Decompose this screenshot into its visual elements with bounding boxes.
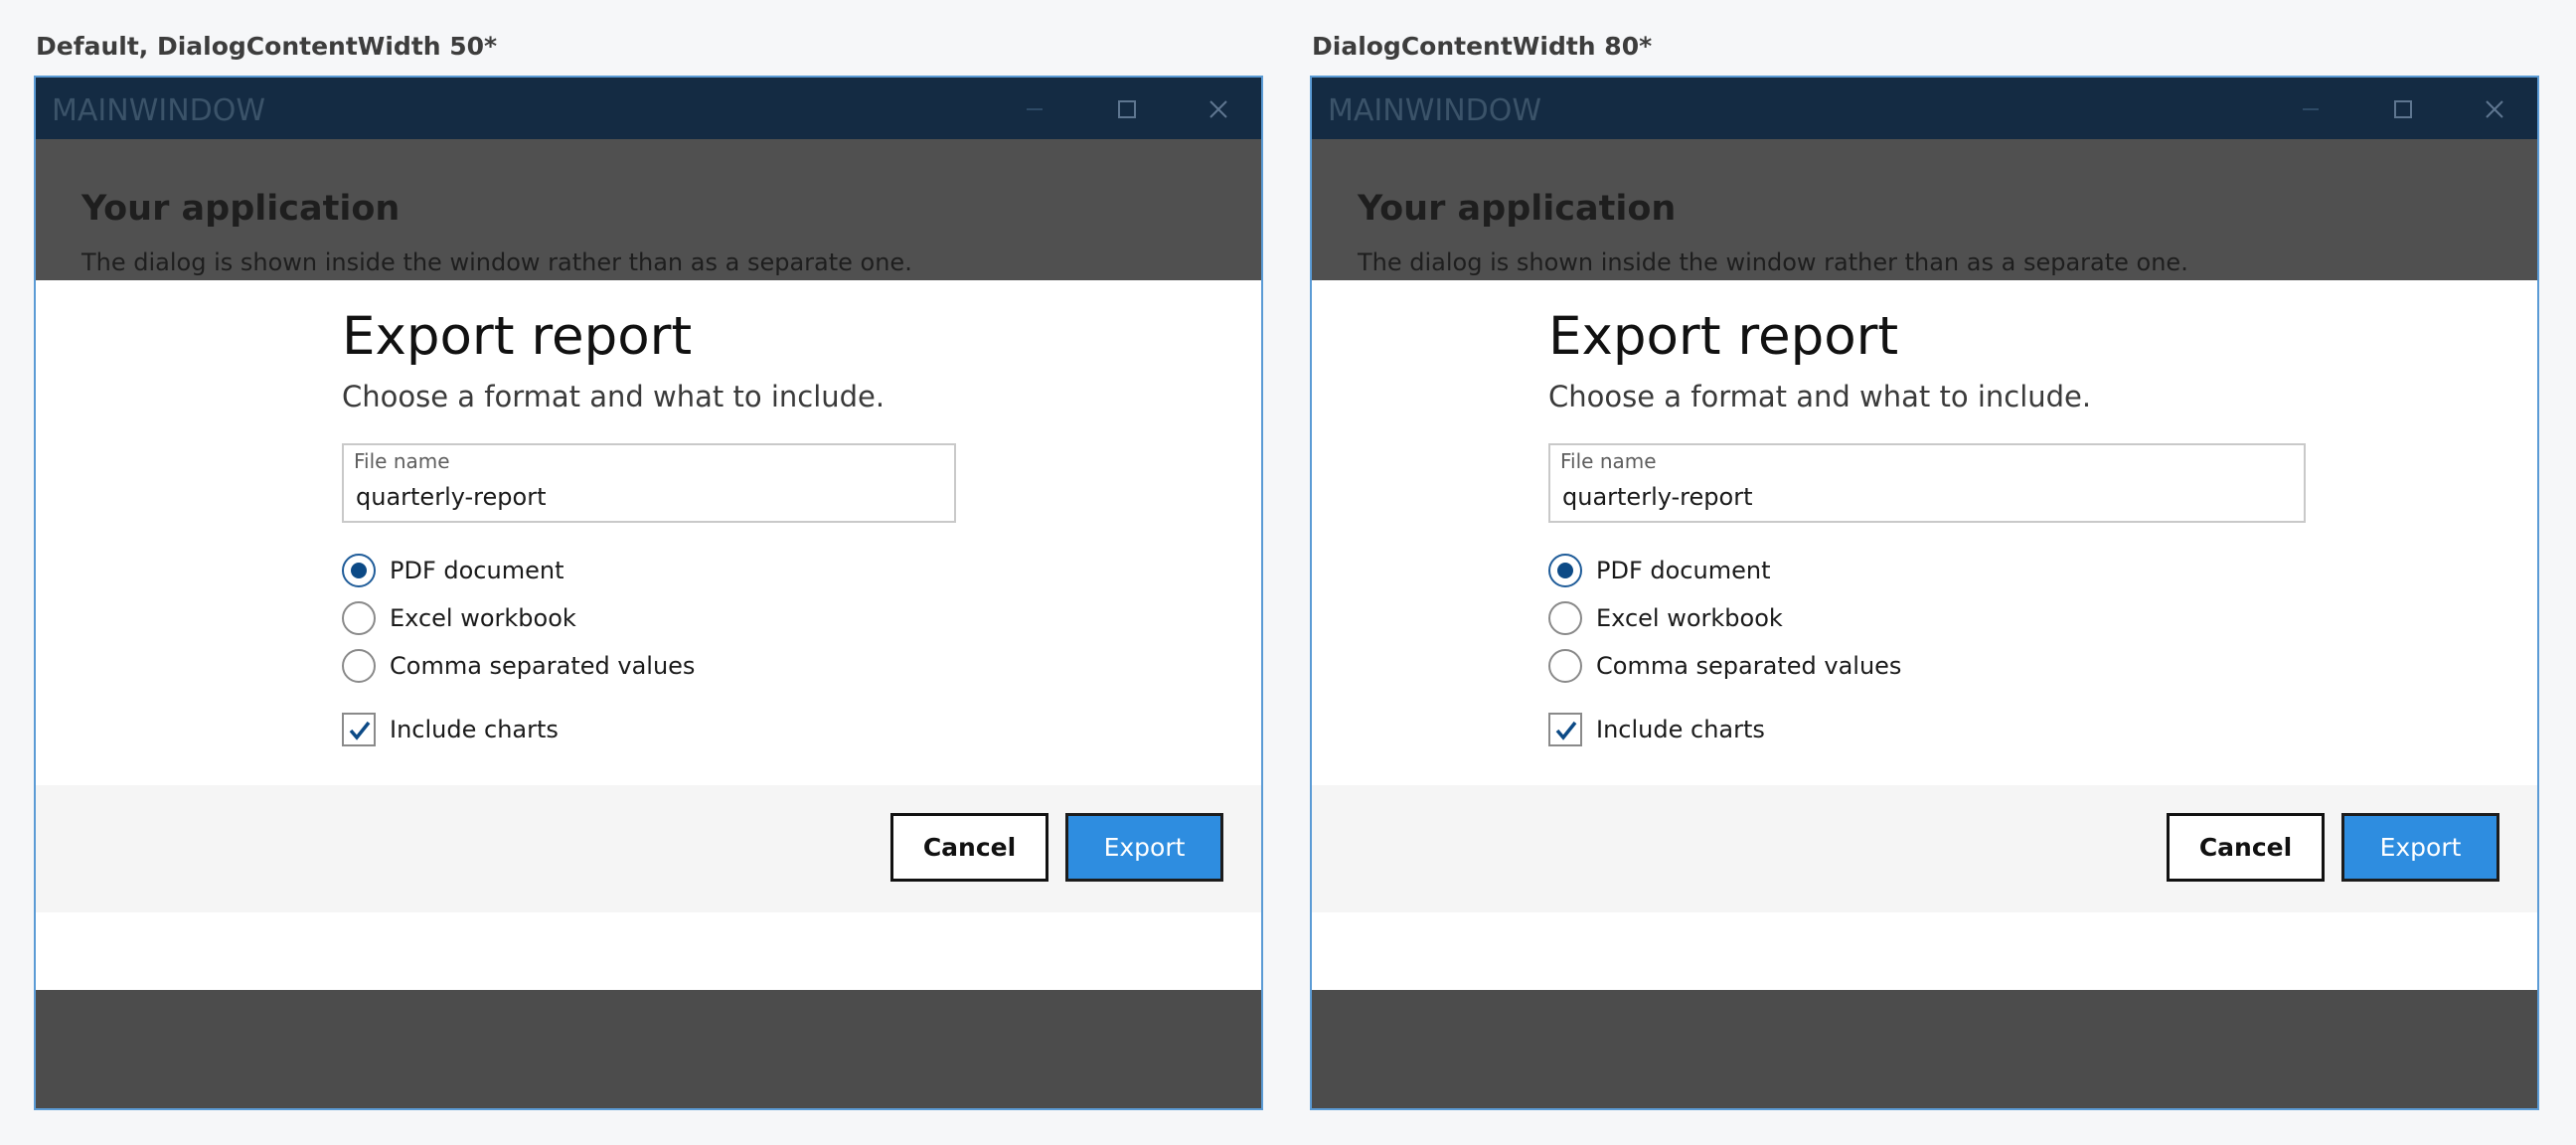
window-title: MAINWINDOW xyxy=(52,93,266,128)
cancel-button[interactable]: Cancel xyxy=(2167,813,2325,882)
radio-csv[interactable] xyxy=(1548,649,1582,683)
radio-label-excel: Excel workbook xyxy=(390,604,576,632)
format-option-pdf[interactable]: PDF document xyxy=(342,553,564,588)
title-bar[interactable]: MAINWINDOW xyxy=(36,78,1261,139)
app-description: The dialog is shown inside the window ra… xyxy=(1358,248,2188,276)
radio-label-excel: Excel workbook xyxy=(1596,604,1783,632)
app-heading: Your application xyxy=(81,189,401,229)
file-name-input[interactable] xyxy=(1562,483,2241,511)
radio-label-pdf: PDF document xyxy=(1596,557,1771,584)
include-charts-option[interactable]: Include charts xyxy=(342,712,559,747)
radio-label-csv: Comma separated values xyxy=(1596,652,1902,680)
format-option-pdf[interactable]: PDF document xyxy=(1548,553,1770,588)
maximize-button[interactable] xyxy=(1107,89,1147,129)
maximize-icon xyxy=(1118,100,1136,118)
include-charts-option[interactable]: Include charts xyxy=(1548,712,1765,747)
dialog-footer: Cancel Export xyxy=(36,785,1261,912)
maximize-icon xyxy=(2394,100,2412,118)
export-button[interactable]: Export xyxy=(2341,813,2499,882)
export-dialog: Export report Choose a format and what t… xyxy=(36,280,1261,990)
include-charts-checkbox[interactable] xyxy=(1548,713,1582,746)
minimize-icon xyxy=(2303,108,2319,110)
dialog-subtitle: Choose a format and what to include. xyxy=(1548,380,2092,413)
format-option-csv[interactable]: Comma separated values xyxy=(342,648,695,684)
panel-caption-right: DialogContentWidth 80* xyxy=(1312,32,1653,61)
close-icon xyxy=(2486,100,2503,118)
title-bar[interactable]: MAINWINDOW xyxy=(1312,78,2537,139)
dialog-subtitle: Choose a format and what to include. xyxy=(342,380,886,413)
format-option-csv[interactable]: Comma separated values xyxy=(1548,648,1901,684)
format-option-excel[interactable]: Excel workbook xyxy=(342,600,576,636)
minimize-button[interactable] xyxy=(1015,89,1054,129)
include-charts-label: Include charts xyxy=(1596,716,1765,743)
radio-pdf[interactable] xyxy=(342,554,376,587)
file-name-label: File name xyxy=(1560,449,1657,473)
app-description: The dialog is shown inside the window ra… xyxy=(81,248,912,276)
export-button[interactable]: Export xyxy=(1065,813,1223,882)
main-window-left: MAINWINDOW Your application The dialog i… xyxy=(34,76,1263,1110)
format-option-excel[interactable]: Excel workbook xyxy=(1548,600,1783,636)
checkmark-icon xyxy=(1555,721,1577,740)
main-window-right: MAINWINDOW Your application The dialog i… xyxy=(1310,76,2539,1110)
maximize-button[interactable] xyxy=(2383,89,2423,129)
dialog-title: Export report xyxy=(342,306,693,367)
close-icon xyxy=(1209,100,1227,118)
radio-label-csv: Comma separated values xyxy=(390,652,696,680)
window-title: MAINWINDOW xyxy=(1328,93,1542,128)
export-dialog: Export report Choose a format and what t… xyxy=(1312,280,2537,990)
app-heading: Your application xyxy=(1358,189,1677,229)
include-charts-checkbox[interactable] xyxy=(342,713,376,746)
radio-excel[interactable] xyxy=(1548,601,1582,635)
file-name-input[interactable] xyxy=(356,483,905,511)
checkmark-icon xyxy=(349,721,371,740)
cancel-button[interactable]: Cancel xyxy=(890,813,1048,882)
file-name-field[interactable]: File name xyxy=(342,443,956,523)
panel-caption-left: Default, DialogContentWidth 50* xyxy=(36,32,498,61)
include-charts-label: Include charts xyxy=(390,716,559,743)
radio-csv[interactable] xyxy=(342,649,376,683)
minimize-button[interactable] xyxy=(2291,89,2331,129)
close-button[interactable] xyxy=(1199,89,1238,129)
file-name-field[interactable]: File name xyxy=(1548,443,2306,523)
dialog-footer: Cancel Export xyxy=(1312,785,2537,912)
file-name-label: File name xyxy=(354,449,450,473)
dialog-title: Export report xyxy=(1548,306,1899,367)
radio-label-pdf: PDF document xyxy=(390,557,564,584)
close-button[interactable] xyxy=(2475,89,2514,129)
radio-excel[interactable] xyxy=(342,601,376,635)
minimize-icon xyxy=(1027,108,1043,110)
radio-pdf[interactable] xyxy=(1548,554,1582,587)
